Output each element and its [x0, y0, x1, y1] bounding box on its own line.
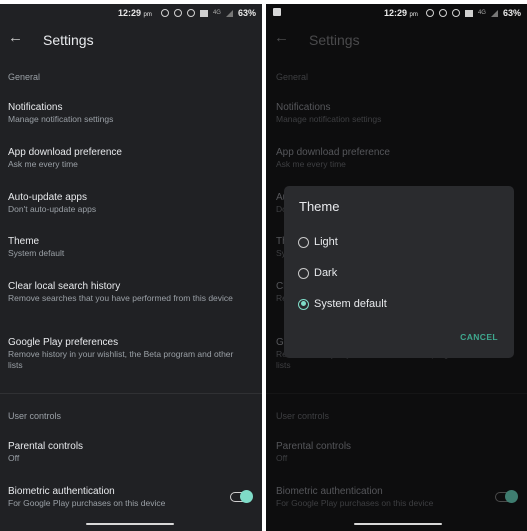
arrow-back-icon: ← — [274, 29, 289, 46]
hd-icon — [464, 9, 473, 17]
item-subtitle: Off — [276, 453, 288, 463]
settings-item-parental-controls[interactable]: Parental controls Off — [8, 440, 242, 464]
item-title: Clear local search history — [8, 281, 121, 292]
item-title: Notifications — [276, 102, 331, 113]
home-indicator[interactable] — [86, 523, 174, 525]
settings-item-app-download[interactable]: App download preference Ask me every tim… — [8, 146, 242, 170]
item-subtitle: Off — [8, 453, 20, 463]
settings-item-play-preferences[interactable]: Google Play preferences Remove history i… — [8, 336, 242, 371]
item-title: App download preference — [8, 147, 122, 158]
option-label: System default — [314, 298, 387, 310]
status-bar: 12:29 pm 4G 63% — [266, 4, 527, 26]
page-title: Settings — [43, 32, 94, 48]
biometric-toggle — [495, 490, 518, 503]
divider — [266, 393, 527, 394]
notification-icon — [273, 8, 281, 16]
item-subtitle: Manage notification settings — [8, 114, 114, 124]
section-user-controls: User controls — [276, 411, 330, 421]
clock: 12:29 pm — [118, 8, 152, 18]
settings-item-notifications: Notifications Manage notification settin… — [276, 101, 507, 125]
arrow-back-icon[interactable]: ← — [8, 29, 23, 46]
home-indicator[interactable] — [354, 523, 442, 525]
settings-screen-with-dialog: 12:29 pm 4G 63% ← Settings General Notif… — [266, 4, 527, 531]
item-title: App download preference — [276, 147, 390, 158]
battery-level: 63% — [237, 8, 256, 18]
hd-icon — [199, 9, 208, 17]
dialog-title: Theme — [299, 199, 340, 214]
item-title: Theme — [8, 236, 40, 247]
divider — [0, 393, 262, 394]
item-title: Parental controls — [276, 441, 352, 452]
signal-icon — [490, 9, 498, 17]
radio-icon[interactable] — [298, 236, 309, 248]
theme-option-light[interactable]: Light — [298, 236, 338, 248]
item-subtitle: Ask me every time — [8, 159, 78, 169]
theme-option-system-default[interactable]: System default — [298, 298, 387, 310]
network-type: 4G — [212, 10, 221, 16]
page-title: Settings — [309, 32, 360, 48]
biometric-toggle[interactable] — [230, 490, 253, 503]
vibrate-icon — [186, 9, 195, 17]
alarm-icon — [425, 9, 434, 17]
item-subtitle: Ask me every time — [276, 159, 346, 169]
signal-icon — [225, 9, 233, 17]
section-general: General — [8, 72, 41, 82]
item-subtitle: For Google Play purchases on this device — [276, 498, 434, 508]
cancel-button[interactable]: CANCEL — [460, 332, 498, 342]
settings-item-clear-history[interactable]: Clear local search history Remove search… — [8, 280, 242, 304]
item-title: Google Play preferences — [8, 337, 119, 348]
battery-level: 63% — [502, 8, 521, 18]
item-subtitle: Remove searches that you have performed … — [8, 293, 233, 303]
item-subtitle: Don't auto-update apps — [8, 204, 97, 214]
toggle-knob — [240, 490, 253, 503]
option-label: Light — [314, 236, 338, 248]
settings-item-parental-controls: Parental controls Off — [276, 440, 507, 464]
vibrate-icon — [451, 9, 460, 17]
item-title: Notifications — [8, 102, 63, 113]
settings-item-theme[interactable]: Theme System default — [8, 235, 242, 259]
section-general: General — [276, 72, 309, 82]
section-user-controls: User controls — [8, 411, 62, 421]
item-subtitle: For Google Play purchases on this device — [8, 498, 166, 508]
status-bar: 12:29 pm 4G 63% — [0, 4, 262, 26]
settings-item-notifications[interactable]: Notifications Manage notification settin… — [8, 101, 242, 125]
sync-icon — [173, 9, 182, 17]
clock: 12:29 pm — [384, 8, 418, 18]
settings-screen: 12:29 pm 4G 63% ← Settings General Notif… — [0, 4, 262, 531]
item-title: Biometric authentication — [276, 486, 383, 497]
radio-selected-icon[interactable] — [298, 298, 309, 310]
item-subtitle: System default — [8, 248, 65, 258]
settings-item-app-download: App download preference Ask me every tim… — [276, 146, 507, 170]
settings-item-auto-update[interactable]: Auto-update apps Don't auto-update apps — [8, 191, 242, 215]
app-bar: ← Settings — [266, 26, 527, 56]
theme-dialog: Theme Light Dark System default CANCEL — [284, 186, 514, 358]
item-title: Parental controls — [8, 441, 84, 452]
item-title: Biometric authentication — [8, 486, 115, 497]
app-bar: ← Settings — [0, 26, 262, 56]
settings-item-biometric[interactable]: Biometric authentication For Google Play… — [8, 485, 222, 509]
settings-item-biometric: Biometric authentication For Google Play… — [276, 485, 487, 509]
radio-icon[interactable] — [298, 267, 309, 279]
sync-icon — [438, 9, 447, 17]
theme-option-dark[interactable]: Dark — [298, 267, 337, 279]
toggle-knob — [505, 490, 518, 503]
item-title: Auto-update apps — [8, 192, 87, 203]
network-type: 4G — [477, 10, 486, 16]
item-subtitle: Remove history in your wishlist, the Bet… — [8, 349, 234, 370]
alarm-icon — [160, 9, 169, 17]
option-label: Dark — [314, 267, 338, 279]
item-subtitle: Manage notification settings — [276, 114, 382, 124]
